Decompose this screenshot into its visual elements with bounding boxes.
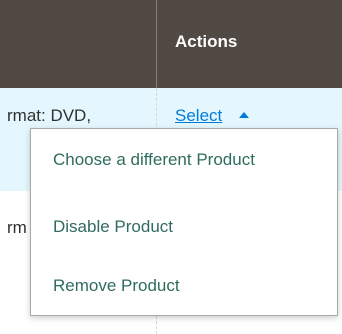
menu-item-remove-product[interactable]: Remove Product [53, 275, 180, 297]
grid-page: Actions rmat: DVD, rm Select Choose a di… [0, 0, 342, 334]
table-header [0, 0, 342, 88]
menu-item-choose-different-product[interactable]: Choose a different Product [53, 149, 255, 171]
actions-column-header[interactable]: Actions [175, 31, 237, 53]
table-cell-format: rmat: DVD, [7, 106, 92, 125]
actions-dropdown-menu: Choose a different Product Disable Produ… [30, 128, 338, 316]
header-column-divider [156, 0, 157, 88]
select-action-link[interactable]: Select [175, 105, 222, 127]
menu-item-disable-product[interactable]: Disable Product [53, 216, 173, 238]
table-cell-format: rm [7, 218, 27, 237]
caret-up-icon[interactable] [239, 112, 249, 118]
